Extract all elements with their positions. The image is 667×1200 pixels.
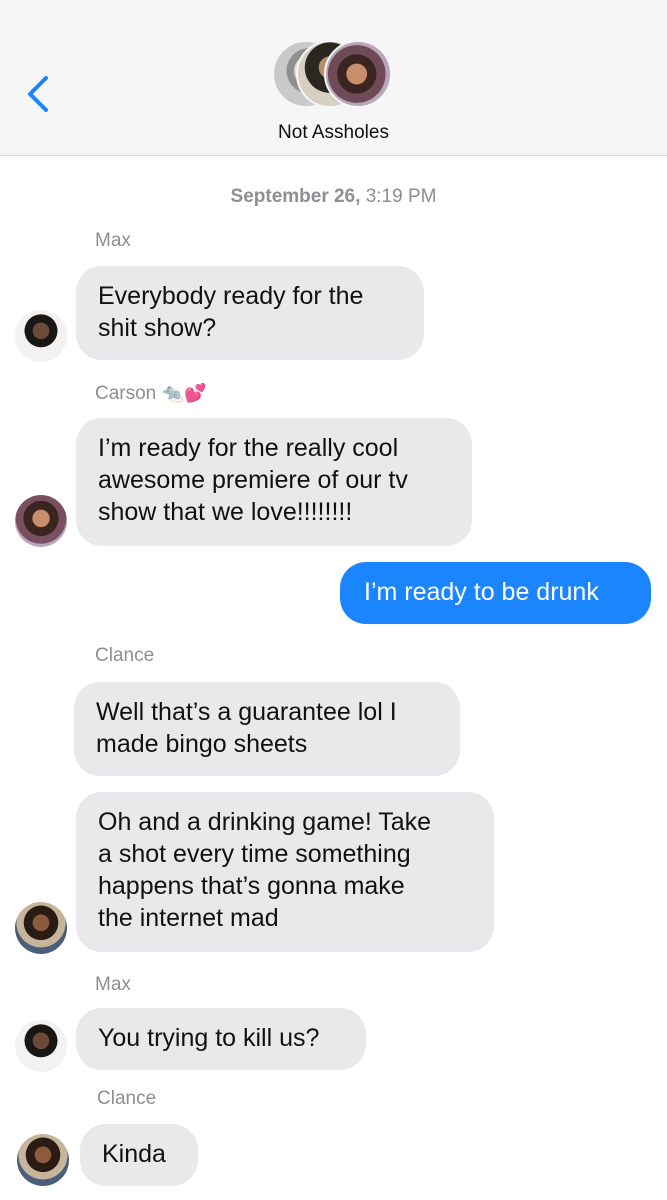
message-bubble[interactable]: You trying to kill us? <box>76 1008 366 1070</box>
message-bubble[interactable]: Oh and a drinking game! Take a shot ever… <box>76 792 494 952</box>
rat-emoji-icon: 🐀 <box>161 383 184 404</box>
group-name[interactable]: Not Assholes <box>0 122 667 144</box>
timestamp-date: September 26, <box>230 186 361 207</box>
message-line: a shot every time something <box>98 840 411 868</box>
message-line: Well that’s a guarantee lol I <box>96 698 397 726</box>
message-line: show that we love!!!!!!!! <box>98 498 353 526</box>
chevron-left-icon <box>28 76 48 112</box>
sender-name: Max <box>95 230 131 251</box>
avatar[interactable] <box>17 1134 69 1186</box>
message-line: made bingo sheets <box>96 730 308 758</box>
message-line: I’m ready to be drunk <box>364 578 599 606</box>
conversation-header: Not Assholes <box>0 0 667 156</box>
avatar[interactable] <box>15 902 67 954</box>
sender-name: Max <box>95 974 131 995</box>
avatar[interactable] <box>15 495 67 547</box>
message-line: Everybody ready for the <box>98 282 364 310</box>
avatar[interactable] <box>15 1020 67 1072</box>
message-line: Oh and a drinking game! Take <box>98 808 432 836</box>
message-line: You trying to kill us? <box>98 1024 320 1052</box>
message-bubble[interactable]: Well that’s a guarantee lol I made bingo… <box>74 682 460 776</box>
sender-name: Carson <box>95 383 157 404</box>
message-line: shit show? <box>98 314 217 342</box>
timestamp-time: 3:19 PM <box>360 186 437 207</box>
avatar[interactable] <box>15 310 67 362</box>
sender-name: Clance <box>95 645 155 666</box>
message-line: the internet mad <box>98 904 279 932</box>
message-bubble-outgoing[interactable]: I’m ready to be drunk <box>340 562 651 624</box>
conversation-timestamp: September 26, 3:19 PM <box>0 186 667 208</box>
message-line: I’m ready for the really cool <box>98 434 399 462</box>
message-bubble[interactable]: I’m ready for the really cool awesome pr… <box>76 418 472 546</box>
message-line: happens that’s gonna make <box>98 872 405 900</box>
message-bubble[interactable]: Everybody ready for the shit show? <box>76 266 424 360</box>
two-hearts-emoji-icon: 💕 <box>183 383 207 404</box>
avatar <box>324 40 392 108</box>
message-bubble[interactable]: Kinda <box>80 1124 198 1186</box>
sender-name: Clance <box>97 1088 157 1109</box>
group-avatar-stack[interactable] <box>272 40 396 110</box>
sender-name-row: Carson 🐀💕 <box>95 383 206 405</box>
message-line: awesome premiere of our tv <box>98 466 408 494</box>
back-button[interactable] <box>22 72 58 116</box>
message-line: Kinda <box>102 1140 166 1168</box>
